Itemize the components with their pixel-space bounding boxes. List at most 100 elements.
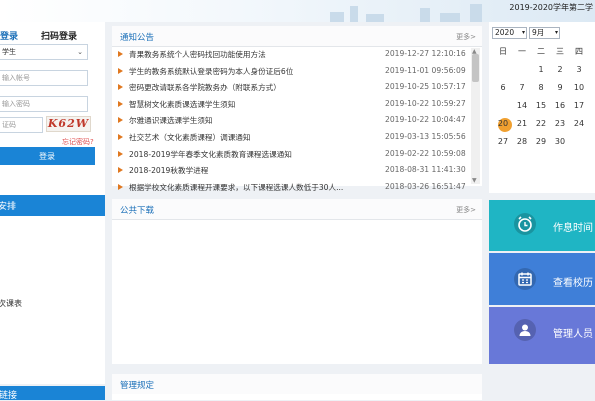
calendar-day[interactable]: 24: [572, 119, 586, 128]
bullet-arrow-icon: [118, 67, 123, 74]
notice-title-link[interactable]: 2018-2019秋教学进程: [129, 165, 208, 176]
notice-row[interactable]: 社交艺术（文化素质课程）调课通知 2019-03-13 15:05:56: [112, 130, 472, 147]
notice-title-link[interactable]: 学生的教务系统默认登录密码为本人身份证后6位: [129, 66, 293, 77]
tab-qr-login[interactable]: 扫码登录: [41, 29, 77, 42]
notice-panel: 通知公告 更多> 青果教务系统个人密码找回功能使用方法 2019-12-27 12…: [112, 26, 482, 192]
notice-row[interactable]: 密码更改请联系各学院教务办（附联系方式） 2019-10-25 10:57:17: [112, 80, 472, 97]
rules-header: 管理规定: [112, 374, 482, 394]
links-title: 链接: [0, 391, 18, 401]
tab-account-login[interactable]: 登录: [0, 29, 18, 42]
scrollbar-thumb[interactable]: [472, 54, 479, 82]
notice-title-link[interactable]: 2018-2019学年春季文化素质教育课程选课通知: [129, 149, 292, 160]
weekday-label: 三: [556, 47, 564, 56]
login-panel: 登录 扫码登录 学生 ⌄ 输入帐号 输入密码 证码 K62W 忘记密码? 登录: [0, 22, 105, 194]
forgot-password-link[interactable]: 忘记密码?: [62, 137, 94, 147]
tile-schedule-label: 作息时间: [553, 223, 593, 234]
captcha-input[interactable]: 证码: [0, 117, 43, 133]
notice-row[interactable]: 根据学校文化素质课程开课要求，以下课程选课人数低于30人... 2018-03-2…: [112, 180, 472, 197]
calendar-day[interactable]: 22: [534, 119, 548, 128]
tile-admin-label: 管理人员: [553, 329, 593, 340]
calendar-day-today[interactable]: 13: [496, 101, 510, 110]
schedule-link-timetable[interactable]: 次课表: [0, 298, 22, 309]
calendar-day[interactable]: 21: [515, 119, 529, 128]
bullet-arrow-icon: [118, 100, 123, 107]
notice-row[interactable]: 2018-2019学年春季文化素质教育课程选课通知 2019-02-22 10:5…: [112, 147, 472, 164]
skyline-decoration: [330, 12, 344, 22]
calendar-day[interactable]: 14: [515, 101, 529, 110]
rules-title: 管理规定: [120, 381, 155, 391]
notice-date: 2019-10-25 10:57:17: [385, 82, 466, 92]
username-input[interactable]: 输入帐号: [0, 70, 88, 86]
bullet-arrow-icon: [118, 133, 123, 140]
month-select[interactable]: 9月 ▾: [529, 27, 560, 39]
calendar-day[interactable]: 10: [572, 83, 586, 92]
notice-row[interactable]: 学生的教务系统默认登录密码为本人身份证后6位 2019-11-01 09:56:0…: [112, 64, 472, 81]
notice-more-link[interactable]: 更多>: [456, 32, 476, 42]
bullet-arrow-icon: [118, 150, 123, 157]
calendar-panel: 2020 ▾ 9月 ▾ 日一二三四 1 2 3 6 7 8 9 10 13 14 15 16 17 20 21 22…: [489, 22, 595, 193]
skyline-decoration: [350, 6, 358, 22]
calendar-day[interactable]: 29: [534, 137, 548, 146]
scroll-down-arrow-icon[interactable]: ▼: [472, 177, 477, 184]
notice-title-link[interactable]: 社交艺术（文化素质课程）调课通知: [129, 132, 251, 143]
weekday-label: 二: [537, 47, 545, 56]
notice-title-link[interactable]: 尔雅通识课选课学生须知: [129, 115, 213, 126]
notice-date: 2018-03-26 16:51:47: [385, 181, 466, 191]
calendar-day[interactable]: 17: [572, 101, 586, 110]
notice-header: 通知公告 更多>: [112, 26, 482, 47]
calendar-day[interactable]: 30: [553, 137, 567, 146]
notice-title-link[interactable]: 密码更改请联系各学院教务办（附联系方式）: [129, 82, 281, 93]
calendar-day[interactable]: 20: [496, 119, 510, 128]
calendar-day[interactable]: 8: [534, 83, 548, 92]
notice-title-link[interactable]: 青果教务系统个人密码找回功能使用方法: [129, 49, 266, 60]
notice-scrollbar[interactable]: ▲ ▼: [471, 48, 480, 184]
calendar-day[interactable]: 7: [515, 83, 529, 92]
calendar-day[interactable]: 28: [515, 137, 529, 146]
notice-row[interactable]: 智慧树文化素质课选课学生须知 2019-10-22 10:59:27: [112, 97, 472, 114]
year-select[interactable]: 2020 ▾: [492, 27, 527, 39]
role-select[interactable]: 学生 ⌄: [0, 44, 88, 60]
bullet-arrow-icon: [118, 51, 123, 57]
notice-row[interactable]: 2018-2019秋教学进程 2018-08-31 11:41:30: [112, 163, 472, 180]
notice-title: 通知公告: [120, 33, 155, 43]
notice-title-link[interactable]: 根据学校文化素质课程开课要求，以下课程选课人数低于30人...: [129, 182, 343, 193]
role-select-value: 学生: [2, 48, 16, 56]
notice-row[interactable]: 尔雅通识课选课学生须知 2019-10-22 10:04:47: [112, 113, 472, 130]
calendar-day[interactable]: 3: [572, 65, 586, 74]
schedule-panel: 安排 次课表: [0, 193, 105, 384]
login-button[interactable]: 登录: [0, 147, 95, 165]
alarm-clock-icon: [514, 213, 536, 235]
notice-title-link[interactable]: 智慧树文化素质课选课学生须知: [129, 99, 235, 110]
tile-admin[interactable]: 管理人员: [489, 307, 595, 364]
calendar-day[interactable]: 27: [496, 137, 510, 146]
notice-date: 2018-08-31 11:41:30: [385, 165, 466, 175]
calendar-day[interactable]: 1: [534, 65, 548, 74]
bullet-arrow-icon: [118, 183, 123, 190]
calendar-day[interactable]: 16: [553, 101, 567, 110]
calendar-day[interactable]: 2: [553, 65, 567, 74]
notice-date: 2019-12-27 12:10:16: [385, 49, 466, 58]
download-panel: 公共下载 更多>: [112, 199, 482, 364]
calendar-day[interactable]: 9: [553, 83, 567, 92]
calendar-day[interactable]: 6: [496, 83, 510, 92]
notice-row[interactable]: 青果教务系统个人密码找回功能使用方法 2019-12-27 12:10:16: [112, 47, 472, 64]
chevron-down-icon: ▾: [554, 29, 558, 36]
tile-schedule[interactable]: 作息时间: [489, 200, 595, 251]
weekday-label: 四: [575, 47, 583, 56]
rules-panel: 管理规定: [112, 374, 482, 400]
bullet-arrow-icon: [118, 117, 123, 124]
password-input[interactable]: 输入密码: [0, 96, 88, 112]
captcha-image[interactable]: K62W: [46, 116, 91, 132]
user-icon: [514, 319, 536, 341]
notice-date: 2019-10-22 10:04:47: [385, 115, 466, 125]
skyline-decoration: [440, 13, 460, 22]
download-more-link[interactable]: 更多>: [456, 205, 476, 215]
skyline-decoration: [366, 14, 384, 22]
weekday-label: 日: [499, 47, 507, 56]
notice-date: 2019-11-01 09:56:09: [385, 65, 466, 75]
tile-calendar[interactable]: 查看校历: [489, 253, 595, 305]
calendar-day[interactable]: 23: [553, 119, 567, 128]
month-select-value: 9月: [532, 28, 545, 37]
chevron-down-icon: ⌄: [77, 48, 83, 56]
calendar-day[interactable]: 15: [534, 101, 548, 110]
